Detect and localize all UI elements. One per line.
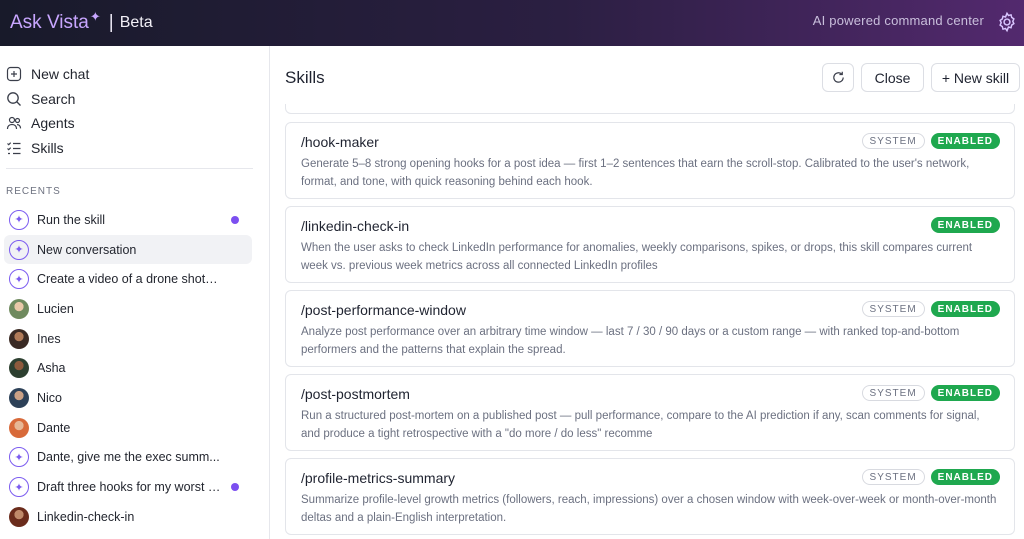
recent-item-label: Draft three hooks for my worst i...	[37, 480, 221, 495]
skill-name: /linkedin-check-in	[301, 218, 410, 234]
enabled-badge[interactable]: ENABLED	[930, 301, 1000, 317]
refresh-icon	[832, 71, 844, 83]
unread-dot	[231, 216, 239, 224]
recents-list: ✦ Run the skill ✦ New conversation ✦ Create a…	[0, 205, 269, 532]
skill-description: Generate 5–8 strong opening hooks for a …	[301, 158, 970, 188]
skill-badges: SYSTEM ENABLED	[861, 469, 1000, 485]
system-badge: SYSTEM	[861, 385, 925, 401]
recent-item-label: Dante, give me the exec summ...	[37, 450, 220, 465]
recent-item[interactable]: Dante	[4, 413, 252, 443]
brand-separator: |	[108, 12, 114, 33]
close-button[interactable]: Close	[861, 63, 924, 92]
nav-agents[interactable]: Agents	[0, 111, 269, 136]
skill-card[interactable]: /post-postmortem Run a structured post-mo…	[285, 374, 1015, 451]
agents-icon	[6, 117, 22, 130]
ai-sparkle-icon: ✦	[9, 209, 29, 230]
skills-list: /hook-maker Generate 5–8 strong opening h…	[285, 104, 1020, 539]
recent-item-label: Dante	[37, 420, 71, 435]
skill-badges: SYSTEM ENABLED	[861, 301, 1000, 317]
top-bar: Ask Vista ✦ | Beta AI powered command cen…	[0, 0, 1024, 46]
nav-search[interactable]: Search	[0, 87, 269, 112]
avatar	[9, 358, 29, 379]
enabled-badge[interactable]: ENABLED	[930, 133, 1000, 149]
brand-logo[interactable]: Ask Vista ✦	[10, 9, 101, 34]
unread-dot	[231, 483, 239, 492]
recent-item-label: Nico	[37, 390, 63, 405]
enabled-badge[interactable]: ENABLED	[930, 469, 1000, 485]
recent-item-label: Lucien	[37, 301, 74, 316]
skill-description: Summarize profile-level growth metrics (…	[301, 494, 997, 524]
ai-sparkle-icon: ✦	[9, 239, 29, 260]
ai-sparkle-icon: ✦	[9, 269, 29, 290]
page-title: Skills	[285, 68, 325, 87]
skill-badges: SYSTEM ENABLED	[861, 385, 1000, 401]
avatar	[9, 417, 29, 438]
recent-item-label: Asha	[37, 361, 66, 376]
skill-description: When the user asks to check LinkedIn per…	[301, 242, 973, 272]
recent-item[interactable]: ✦ Create a video of a drone shot f...	[4, 264, 252, 294]
ai-sparkle-icon: ✦	[9, 447, 29, 468]
skill-badges: SYSTEM ENABLED	[861, 133, 1000, 149]
sidebar-nav: New chat Search Agents Skills	[0, 46, 269, 160]
enabled-badge[interactable]: ENABLED	[930, 217, 1000, 233]
skill-badges: ENABLED	[930, 217, 1000, 233]
recents-label: RECENTS	[6, 186, 61, 197]
recent-item[interactable]: ✦ Dante, give me the exec summ...	[4, 443, 252, 473]
nav-label: Agents	[31, 115, 75, 132]
nav-new-chat[interactable]: New chat	[0, 62, 269, 87]
nav-label: Skills	[31, 139, 64, 156]
system-badge: SYSTEM	[861, 469, 925, 485]
recent-item[interactable]: Linkedin-check-in	[4, 502, 252, 532]
recent-item-label: Create a video of a drone shot f...	[37, 272, 221, 287]
recent-item[interactable]: ✦ Draft three hooks for my worst i...	[4, 472, 252, 502]
sparkle-icon: ✦	[89, 9, 101, 24]
nav-label: Search	[31, 90, 76, 107]
recent-item[interactable]: Ines	[4, 324, 252, 354]
recent-item-label: Ines	[37, 331, 61, 346]
skill-card[interactable]: /post-performance-window Analyze post per…	[285, 290, 1015, 367]
enabled-badge[interactable]: ENABLED	[930, 385, 1000, 401]
avatar	[9, 387, 29, 408]
skill-description: Analyze post performance over an arbitra…	[301, 326, 960, 356]
skill-description: Run a structured post-mortem on a publis…	[301, 410, 980, 440]
beta-label: Beta	[119, 14, 153, 31]
nav-skills[interactable]: Skills	[0, 136, 269, 161]
nav-label: New chat	[31, 66, 90, 83]
tagline: AI powered command center	[812, 13, 984, 28]
system-badge: SYSTEM	[861, 133, 925, 149]
skill-card[interactable]: /hook-maker Generate 5–8 strong opening h…	[285, 122, 1015, 199]
avatar	[9, 298, 29, 319]
recent-item[interactable]: Lucien	[4, 294, 252, 324]
recent-item[interactable]: Asha	[4, 353, 252, 383]
new-chat-icon	[6, 67, 22, 82]
sidebar: New chat Search Agents Skills RECENTS ✦ R…	[0, 46, 270, 539]
recent-item[interactable]: ✦ Run the skill	[4, 205, 252, 235]
avatar	[9, 328, 29, 349]
avatar	[9, 506, 29, 527]
recent-item-label: Linkedin-check-in	[37, 509, 135, 524]
search-icon	[7, 91, 21, 106]
recent-item-label: New conversation	[37, 242, 137, 257]
refresh-button[interactable]	[822, 63, 854, 92]
skill-card-partial[interactable]	[285, 104, 1015, 114]
recent-item[interactable]: ✦ New conversation	[4, 234, 252, 265]
skill-card[interactable]: /linkedin-check-in When the user asks to …	[285, 206, 1015, 283]
recent-item[interactable]: Nico	[4, 383, 252, 413]
new-skill-button[interactable]: + New skill	[931, 63, 1020, 92]
recent-item-label: Run the skill	[37, 212, 106, 227]
skills-icon	[7, 142, 21, 154]
ai-sparkle-icon: ✦	[9, 477, 29, 498]
system-badge: SYSTEM	[861, 301, 925, 317]
gear-icon[interactable]	[996, 11, 1018, 33]
skill-card[interactable]: /profile-metrics-summary Summarize profil…	[285, 458, 1015, 535]
skills-panel: Skills Close + New skill /hook-maker Gene…	[271, 46, 1024, 539]
